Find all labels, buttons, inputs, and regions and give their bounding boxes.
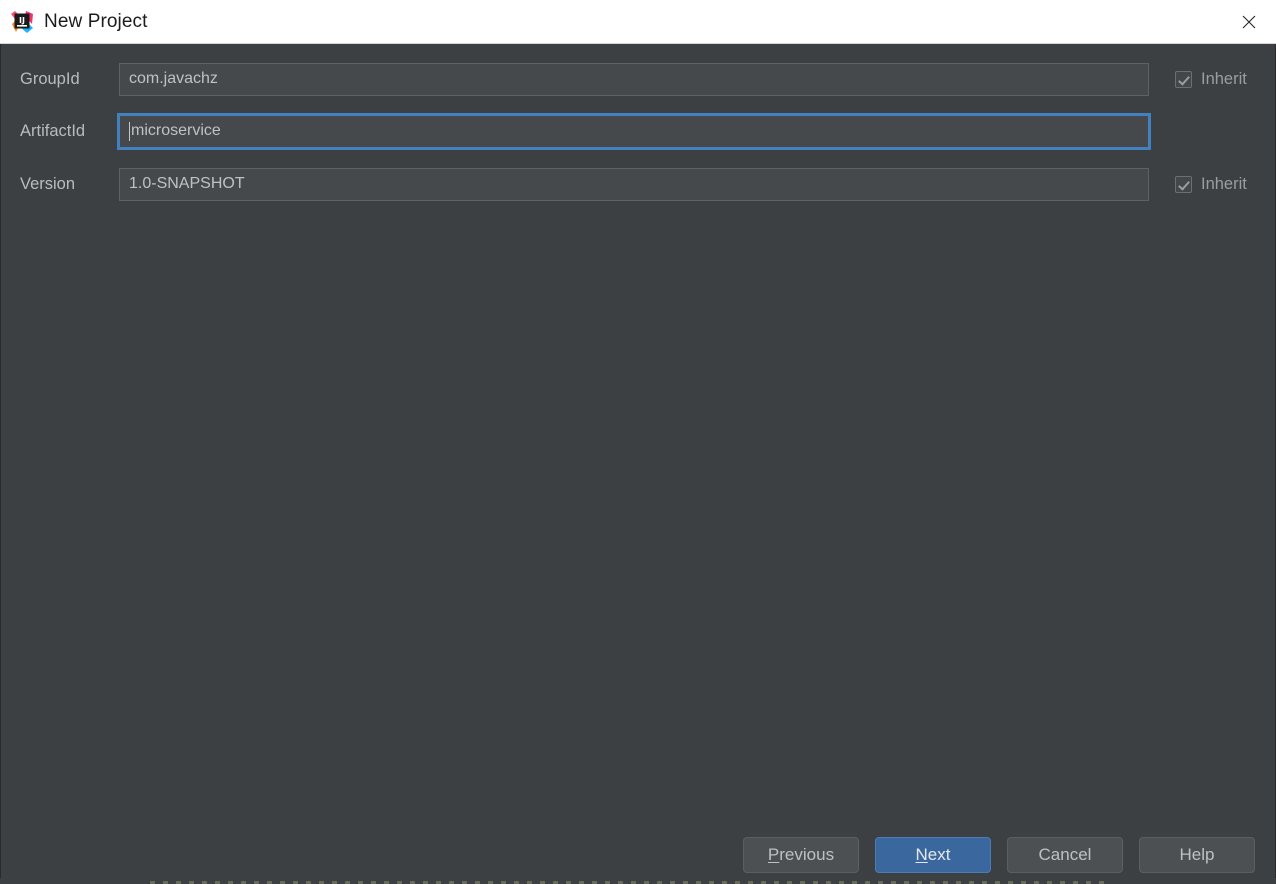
previous-button[interactable]: Previous <box>743 837 859 873</box>
version-inherit-label: Inherit <box>1201 174 1247 193</box>
cancel-button[interactable]: Cancel <box>1007 837 1123 873</box>
previous-mnemonic: P <box>767 845 780 864</box>
previous-button-label-rest: revious <box>779 845 835 864</box>
version-input[interactable]: 1.0-SNAPSHOT <box>119 167 1149 201</box>
form-row-artifactid: ArtifactId microservice <box>1 112 1276 150</box>
intellij-idea-logo-icon: IJ <box>10 10 34 34</box>
form-row-groupid: GroupId com.javachz Inherit <box>1 62 1276 96</box>
groupid-inherit-checkbox[interactable] <box>1175 70 1192 88</box>
titlebar: IJ New Project <box>0 0 1276 44</box>
groupid-input[interactable]: com.javachz <box>119 62 1149 96</box>
svg-text:IJ: IJ <box>19 16 25 25</box>
dialog-button-bar: Previous Next Cancel Help <box>1 833 1276 884</box>
version-label: Version <box>20 174 76 193</box>
close-button[interactable] <box>1222 0 1276 43</box>
dialog-content: GroupId com.javachz Inherit ArtifactId m… <box>0 44 1276 884</box>
groupid-inherit-group[interactable]: Inherit <box>1175 63 1247 96</box>
text-caret <box>129 121 130 141</box>
form-row-version: Version 1.0-SNAPSHOT Inherit <box>1 167 1276 201</box>
next-mnemonic: N <box>915 845 928 864</box>
new-project-dialog: IJ New Project GroupId com.javachz Inher… <box>0 0 1276 884</box>
background-window-sliver <box>0 878 1276 884</box>
next-button[interactable]: Next <box>875 837 991 873</box>
artifactid-input[interactable]: microservice <box>117 112 1151 150</box>
artifactid-value: microservice <box>131 122 221 139</box>
version-inherit-checkbox[interactable] <box>1175 175 1192 193</box>
close-icon <box>1242 15 1256 28</box>
groupid-label: GroupId <box>20 69 80 88</box>
window-title: New Project <box>44 10 148 32</box>
help-button[interactable]: Help <box>1139 837 1255 873</box>
next-button-label-rest: ext <box>927 845 951 864</box>
groupid-inherit-label: Inherit <box>1201 69 1247 88</box>
version-inherit-group[interactable]: Inherit <box>1175 168 1247 201</box>
artifactid-label: ArtifactId <box>20 121 86 140</box>
